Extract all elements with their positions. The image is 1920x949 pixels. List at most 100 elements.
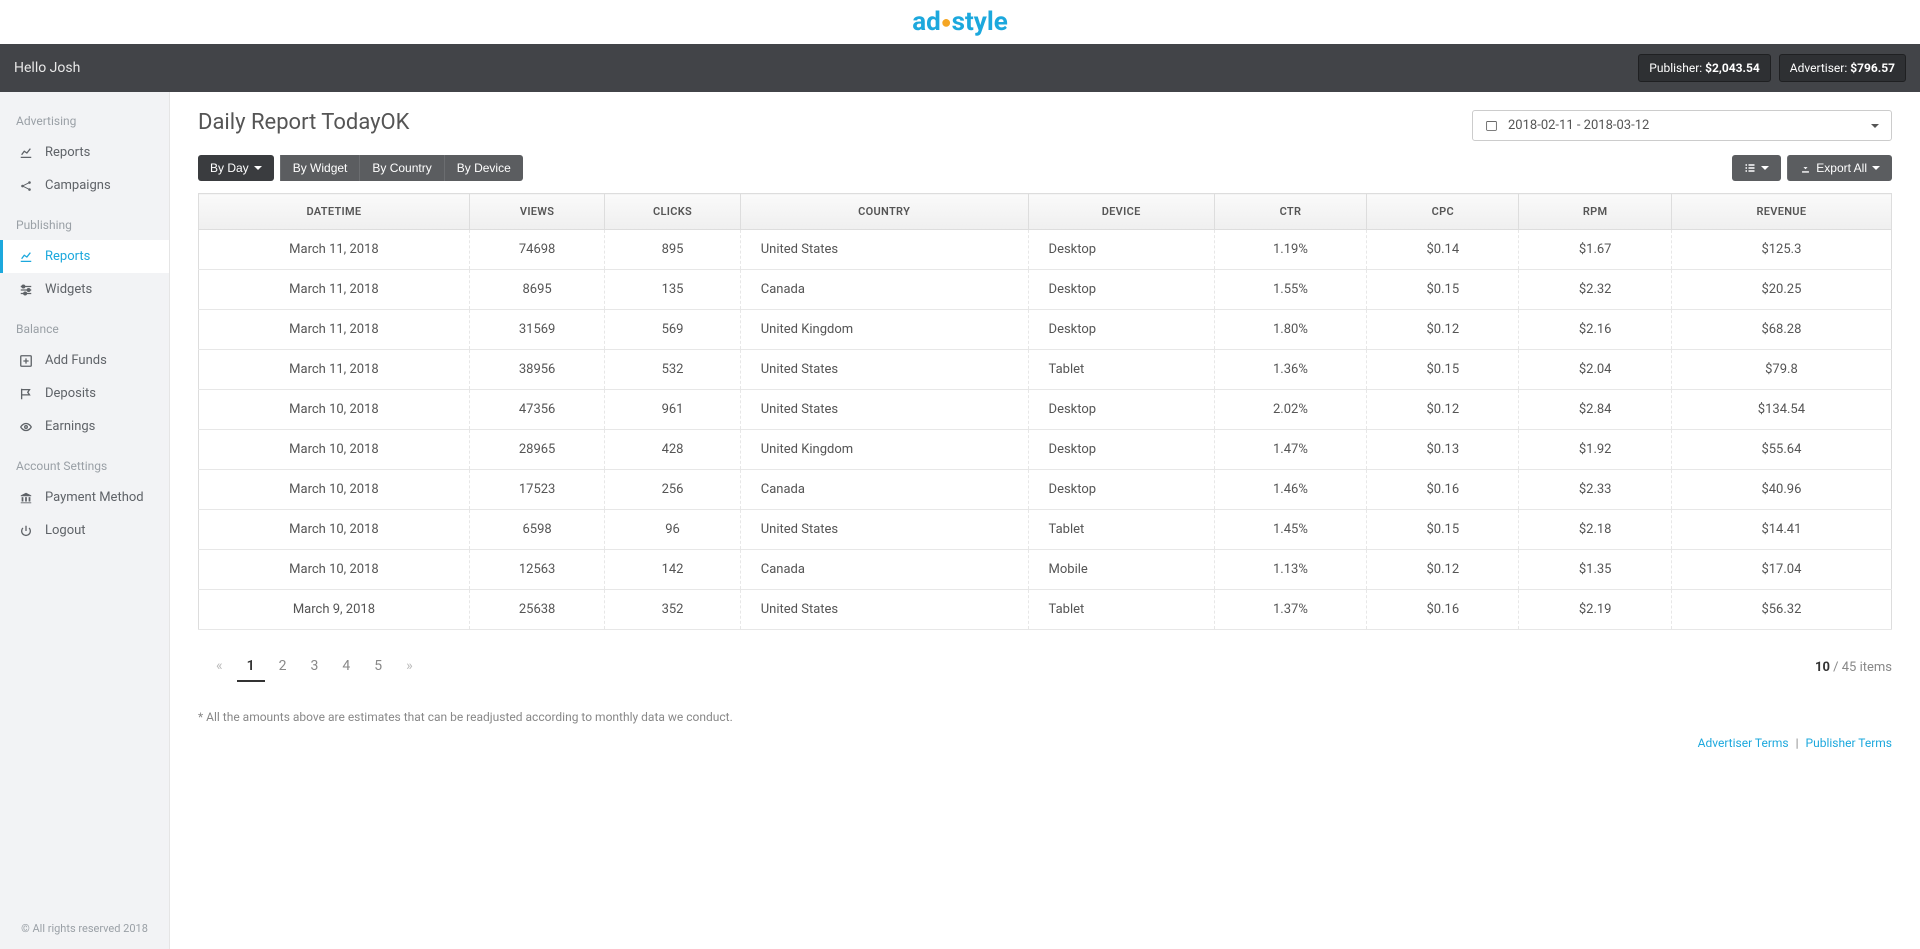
cell-clicks: 532 (605, 350, 740, 390)
sidebar-item-widgets[interactable]: Widgets (0, 273, 169, 306)
eye-icon (19, 420, 33, 434)
sidebar-label: Reports (45, 249, 90, 264)
greeting: Hello Josh (14, 60, 80, 76)
list-view-button[interactable] (1732, 155, 1781, 181)
logo-bullet-icon: ● (941, 12, 952, 33)
power-icon (19, 524, 33, 538)
cell-revenue: $134.54 (1671, 390, 1891, 430)
page-4[interactable]: 4 (332, 652, 360, 682)
th-datetime[interactable]: DATETIME (199, 194, 470, 230)
chart-line-icon (19, 250, 33, 264)
th-device[interactable]: DEVICE (1028, 194, 1214, 230)
export-all-button[interactable]: Export All (1787, 155, 1892, 181)
by-country-button[interactable]: By Country (359, 155, 443, 181)
sidebar-item-add-funds[interactable]: Add Funds (0, 344, 169, 377)
page-1[interactable]: 1 (237, 652, 265, 682)
sidebar-item-campaigns[interactable]: Campaigns (0, 169, 169, 202)
cell-country: Canada (740, 550, 1028, 590)
plus-box-icon (19, 354, 33, 368)
cell-device: Desktop (1028, 310, 1214, 350)
cell-rpm: $2.18 (1519, 510, 1671, 550)
cell-ctr: 2.02% (1214, 390, 1366, 430)
advertiser-terms-link[interactable]: Advertiser Terms (1698, 736, 1789, 750)
cell-clicks: 569 (605, 310, 740, 350)
table-row: March 11, 201838956532United StatesTable… (199, 350, 1892, 390)
cell-cpc: $0.12 (1367, 390, 1519, 430)
advertiser-label: Advertiser: (1790, 61, 1850, 75)
cell-revenue: $14.41 (1671, 510, 1891, 550)
chevron-down-icon (1761, 166, 1769, 170)
page-next[interactable]: » (396, 652, 423, 682)
sidebar-heading-publishing: Publishing (0, 210, 169, 240)
btn-label: By Day (210, 161, 249, 175)
chart-line-icon (19, 146, 33, 160)
by-widget-button[interactable]: By Widget (280, 155, 360, 181)
publisher-balance[interactable]: Publisher: $2,043.54 (1638, 54, 1771, 82)
cell-datetime: March 11, 2018 (199, 270, 470, 310)
cell-ctr: 1.80% (1214, 310, 1366, 350)
th-rpm[interactable]: RPM (1519, 194, 1671, 230)
flag-icon (19, 387, 33, 401)
sidebar-item-payment-method[interactable]: Payment Method (0, 481, 169, 514)
date-range-picker[interactable]: 2018-02-11 - 2018-03-12 (1472, 110, 1892, 141)
total-text: / 45 items (1830, 660, 1892, 675)
page-prev[interactable]: « (206, 652, 233, 682)
cell-cpc: $0.12 (1367, 310, 1519, 350)
copyright: © All rights reserved 2018 (0, 922, 169, 935)
cell-views: 12563 (469, 550, 604, 590)
cell-views: 28965 (469, 430, 604, 470)
cell-cpc: $0.14 (1367, 230, 1519, 270)
logo[interactable]: ad●style (912, 7, 1008, 37)
cell-country: United Kingdom (740, 430, 1028, 470)
cell-clicks: 256 (605, 470, 740, 510)
cell-views: 25638 (469, 590, 604, 630)
page-2[interactable]: 2 (269, 652, 297, 682)
cell-views: 31569 (469, 310, 604, 350)
th-country[interactable]: COUNTRY (740, 194, 1028, 230)
cell-views: 6598 (469, 510, 604, 550)
cell-clicks: 142 (605, 550, 740, 590)
sidebar-item-adv-reports[interactable]: Reports (0, 136, 169, 169)
cell-cpc: $0.16 (1367, 590, 1519, 630)
by-day-button[interactable]: By Day (198, 155, 274, 181)
sliders-icon (19, 283, 33, 297)
advertiser-balance[interactable]: Advertiser: $796.57 (1779, 54, 1906, 82)
cell-device: Tablet (1028, 510, 1214, 550)
by-device-button[interactable]: By Device (444, 155, 523, 181)
cell-country: United States (740, 230, 1028, 270)
page-5[interactable]: 5 (364, 652, 392, 682)
cell-clicks: 352 (605, 590, 740, 630)
sidebar-item-logout[interactable]: Logout (0, 514, 169, 547)
btn-label: By Device (457, 161, 511, 175)
sidebar-label: Add Funds (45, 353, 107, 368)
publisher-terms-link[interactable]: Publisher Terms (1806, 736, 1892, 750)
page-3[interactable]: 3 (300, 652, 328, 682)
th-ctr[interactable]: CTR (1214, 194, 1366, 230)
table-row: March 10, 201847356961United StatesDeskt… (199, 390, 1892, 430)
th-clicks[interactable]: CLICKS (605, 194, 740, 230)
disclaimer: * All the amounts above are estimates th… (198, 710, 1892, 724)
cell-device: Desktop (1028, 470, 1214, 510)
btn-label: By Widget (293, 161, 348, 175)
sidebar-item-deposits[interactable]: Deposits (0, 377, 169, 410)
cell-country: United States (740, 590, 1028, 630)
sidebar-label: Widgets (45, 282, 92, 297)
publisher-value: $2,043.54 (1705, 61, 1760, 75)
cell-revenue: $68.28 (1671, 310, 1891, 350)
cell-revenue: $20.25 (1671, 270, 1891, 310)
filter-button-group: By Day By Widget By Country By Device (198, 155, 523, 181)
th-cpc[interactable]: CPC (1367, 194, 1519, 230)
btn-label: Export All (1816, 161, 1867, 175)
sidebar-item-pub-reports[interactable]: Reports (0, 240, 169, 273)
th-views[interactable]: VIEWS (469, 194, 604, 230)
cell-views: 17523 (469, 470, 604, 510)
sidebar-item-earnings[interactable]: Earnings (0, 410, 169, 443)
page-title: Daily Report TodayOK (198, 110, 409, 135)
sidebar-heading-account: Account Settings (0, 451, 169, 481)
cell-rpm: $2.04 (1519, 350, 1671, 390)
cell-country: Canada (740, 470, 1028, 510)
th-revenue[interactable]: REVENUE (1671, 194, 1891, 230)
cell-rpm: $2.33 (1519, 470, 1671, 510)
sidebar-label: Deposits (45, 386, 96, 401)
cell-cpc: $0.12 (1367, 550, 1519, 590)
